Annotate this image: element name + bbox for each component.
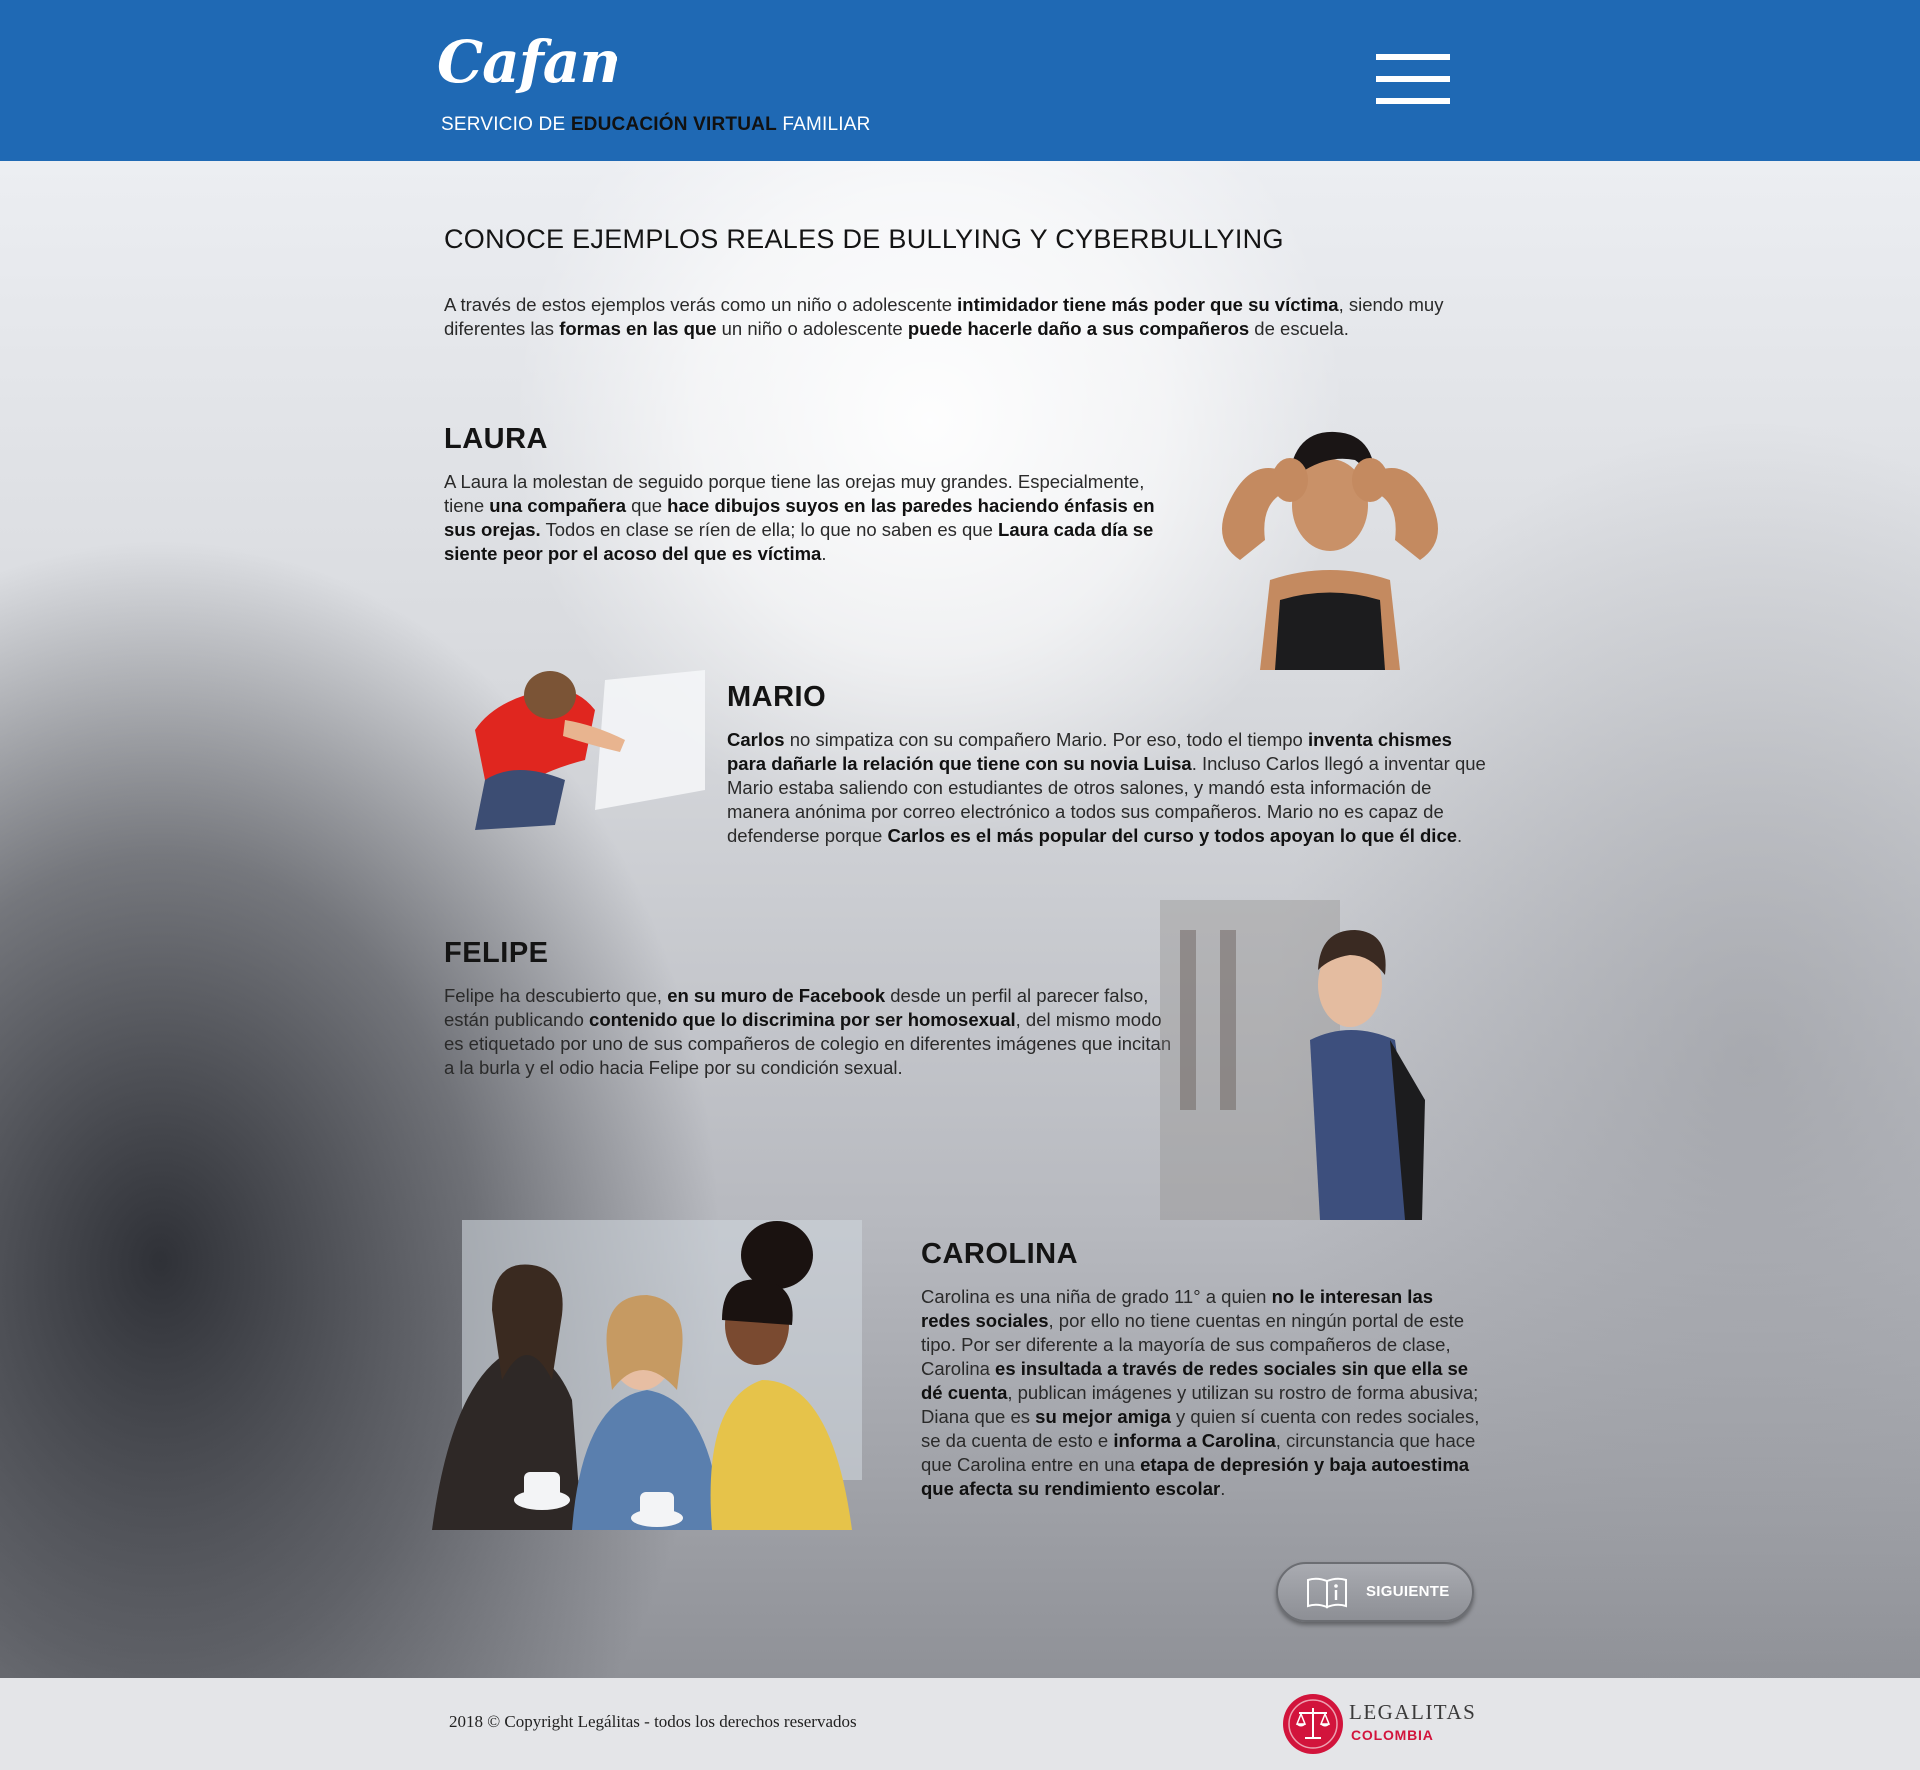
svg-text:Cafam: Cafam [437, 28, 617, 96]
cafam-logo[interactable]: Cafam [437, 22, 617, 102]
photo-mario [455, 640, 715, 860]
emphasis-text: Carlos es el más popular del curso y tod… [887, 825, 1458, 846]
case-title-carolina: CAROLINA [921, 1238, 1079, 1270]
body-text: . [1220, 1478, 1226, 1499]
photo-felipe [1160, 900, 1480, 1220]
siguiente-label: SIGUIENTE [1366, 1583, 1450, 1600]
case-title-felipe: FELIPE [444, 937, 549, 969]
body-text: . [821, 543, 827, 564]
emphasis-text: puede hacerle daño a sus compañeros [907, 318, 1250, 339]
emphasis-text: en su muro de Facebook [667, 985, 886, 1006]
photo-laura [1170, 410, 1490, 670]
cafam-logo-mark: Cafam [437, 28, 617, 96]
case-body-felipe: Felipe ha descubierto que, en su muro de… [444, 984, 1174, 1080]
case-title-laura: LAURA [444, 423, 548, 455]
body-text: Todos en clase se ríen de ella; lo que n… [540, 519, 999, 540]
body-text: no simpatiza con su compañero Mario. Por… [784, 729, 1308, 750]
emphasis-text: intimidador tiene más poder que su vícti… [957, 294, 1339, 315]
book-info-icon [1307, 1577, 1347, 1609]
case-body-carolina: Carolina es una niña de grado 11° a quie… [921, 1285, 1486, 1501]
emphasis-text: una compañera [489, 495, 627, 516]
site-footer: 2018 © Copyright Legálitas - todos los d… [0, 1678, 1920, 1770]
body-text: que [626, 495, 668, 516]
body-text: A través de estos ejemplos verás como un… [444, 294, 958, 315]
menu-bar [1376, 98, 1450, 104]
emphasis-text: su mejor amiga [1035, 1406, 1171, 1427]
site-tagline: SERVICIO DE EDUCACIÓN VIRTUAL FAMILIAR [441, 112, 871, 138]
body-text: Felipe ha descubierto que, [444, 985, 668, 1006]
legalitas-logo[interactable]: LEGALITAS COLOMBIA [1283, 1694, 1483, 1756]
scales-of-justice-icon [1283, 1694, 1343, 1754]
body-text: Carolina es una niña de grado 11° a quie… [921, 1286, 1272, 1307]
emphasis-text: contenido que lo discrimina por ser homo… [589, 1009, 1016, 1030]
page-title: CONOCE EJEMPLOS REALES DE BULLYING Y CYB… [444, 224, 1284, 254]
body-text: un niño o adolescente [716, 318, 908, 339]
copyright-text: 2018 © Copyright Legálitas - todos los d… [449, 1712, 857, 1731]
site-header: Cafam SERVICIO DE EDUCACIÓN VIRTUAL FAMI… [0, 0, 1920, 161]
case-body-mario: Carlos no simpatiza con su compañero Mar… [727, 728, 1487, 848]
emphasis-text: Carlos [727, 729, 785, 750]
legalitas-country: COLOMBIA [1351, 1727, 1434, 1743]
tagline-bold: EDUCACIÓN VIRTUAL [570, 114, 777, 135]
body-text: . [1457, 825, 1463, 846]
menu-bar [1376, 54, 1450, 60]
case-title-mario: MARIO [727, 681, 827, 713]
emphasis-text: formas en las que [559, 318, 717, 339]
case-body-laura: A Laura la molestan de seguido porque ti… [444, 470, 1164, 566]
intro-paragraph: A través de estos ejemplos verás como un… [444, 293, 1484, 341]
siguiente-button[interactable]: SIGUIENTE [1276, 1562, 1474, 1622]
hamburger-menu-icon[interactable] [1376, 52, 1450, 106]
menu-bar [1376, 76, 1450, 82]
photo-carolina [432, 1200, 882, 1540]
legalitas-name: LEGALITAS [1349, 1700, 1477, 1724]
tagline-prefix: SERVICIO DE [441, 114, 571, 135]
tagline-suffix: FAMILIAR [776, 114, 871, 135]
body-text: de escuela. [1249, 318, 1349, 339]
emphasis-text: informa a Carolina [1113, 1430, 1276, 1451]
